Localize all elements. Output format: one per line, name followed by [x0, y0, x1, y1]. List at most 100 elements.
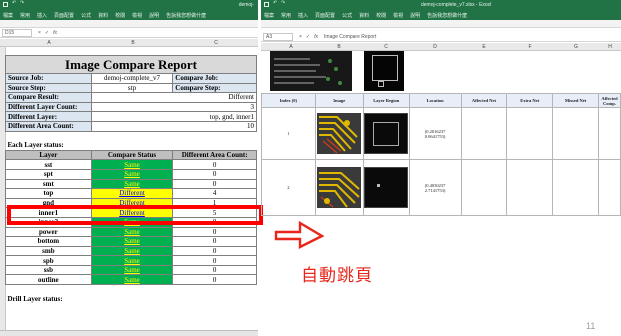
- table-row[interactable]: smt Same 0: [5, 178, 257, 190]
- row-missed-net[interactable]: [552, 107, 599, 160]
- compare-status-link[interactable]: Same: [90, 245, 174, 257]
- diff-area-count[interactable]: 0: [172, 159, 257, 170]
- table-row[interactable]: ssb Same 0: [5, 264, 257, 276]
- compare-status-link[interactable]: Same: [90, 255, 174, 266]
- enter-icon[interactable]: ✓: [45, 30, 49, 36]
- col-header-b[interactable]: B: [92, 40, 174, 46]
- compare-status-link[interactable]: Different: [90, 188, 174, 199]
- compare-step-label[interactable]: Compare Step:: [172, 82, 257, 94]
- row-image[interactable]: [314, 159, 364, 216]
- layer-name[interactable]: outline: [5, 274, 92, 286]
- menu-home[interactable]: 常用: [281, 12, 291, 19]
- menu-help[interactable]: 說明: [149, 12, 159, 19]
- col-header-g[interactable]: G: [553, 44, 599, 50]
- header-affected-comp[interactable]: Affected Comp.: [597, 93, 621, 108]
- diff-layer-count-label[interactable]: Different Layer Count:: [5, 101, 92, 113]
- cancel-icon[interactable]: ×: [38, 30, 41, 36]
- layer-name[interactable]: spb: [5, 255, 92, 266]
- compare-status-link[interactable]: Same: [90, 168, 174, 180]
- diff-area-count[interactable]: 0: [172, 236, 257, 247]
- menu-page-layout[interactable]: 頁面配置: [315, 12, 335, 19]
- menu-insert[interactable]: 插入: [37, 12, 47, 19]
- table-row[interactable]: 2 (0.4030237 2.7141753): [261, 159, 621, 216]
- col-header-b[interactable]: B: [315, 44, 363, 50]
- layer-name[interactable]: smb: [5, 245, 92, 257]
- row-index[interactable]: 2: [261, 159, 316, 216]
- each-layer-label[interactable]: Each Layer status:: [6, 141, 257, 151]
- layer-name[interactable]: bottom: [5, 236, 92, 247]
- compare-job-label[interactable]: Compare Job:: [172, 73, 257, 84]
- menu-tell-me[interactable]: 告訴我您想做什麼: [427, 12, 467, 19]
- menu-data[interactable]: 資料: [359, 12, 369, 19]
- diff-layer-count-value[interactable]: 3: [90, 101, 258, 113]
- layer-name[interactable]: spt: [5, 168, 92, 180]
- compare-status-link[interactable]: Same: [90, 236, 174, 247]
- enter-icon[interactable]: ✓: [306, 34, 310, 40]
- row-extra-net[interactable]: [506, 107, 554, 160]
- source-step-value[interactable]: stp: [90, 82, 174, 94]
- col-layer-header[interactable]: Layer: [5, 149, 92, 161]
- name-box[interactable]: D15: [2, 28, 32, 37]
- name-box[interactable]: A3: [263, 32, 293, 41]
- menu-formulas[interactable]: 公式: [342, 12, 352, 19]
- diff-area-count[interactable]: 0: [172, 274, 257, 286]
- diff-area-count[interactable]: 0: [172, 245, 257, 257]
- undo-icon[interactable]: ↶: [12, 0, 16, 6]
- table-row[interactable]: power Same 0: [5, 226, 257, 238]
- menu-page-layout[interactable]: 頁面配置: [54, 12, 74, 19]
- table-row[interactable]: smb Same 0: [5, 245, 257, 257]
- cancel-icon[interactable]: ×: [299, 34, 302, 40]
- layer-name[interactable]: sst: [5, 159, 92, 170]
- col-count-header[interactable]: Different Area Count:: [172, 149, 257, 161]
- diff-area-count[interactable]: 0: [172, 264, 257, 276]
- layer-name[interactable]: power: [5, 226, 92, 238]
- row-affected-comp[interactable]: [597, 107, 621, 160]
- function-icon[interactable]: fx: [314, 34, 318, 40]
- sheet-tabs[interactable]: [0, 330, 258, 336]
- diff-area-count[interactable]: 0: [172, 178, 257, 190]
- diff-area-count-label[interactable]: Different Area Count:: [5, 120, 92, 132]
- diff-area-count-value[interactable]: 10: [90, 120, 258, 132]
- col-status-header[interactable]: Compare Status: [90, 149, 174, 161]
- source-job-value[interactable]: demoj-complete_v7: [90, 73, 174, 84]
- menu-data[interactable]: 資料: [98, 12, 108, 19]
- prev-row-layer-region[interactable]: [364, 51, 404, 91]
- report-title[interactable]: Image Compare Report: [5, 55, 257, 74]
- menu-help[interactable]: 說明: [410, 12, 420, 19]
- row-affected-net[interactable]: [460, 107, 508, 160]
- save-icon[interactable]: [264, 2, 269, 7]
- redo-icon[interactable]: ↷: [281, 0, 285, 6]
- menu-view[interactable]: 檢視: [393, 12, 403, 19]
- diff-area-count[interactable]: 0: [172, 226, 257, 238]
- table-row[interactable]: 1 (0.2016237 0.0641753): [261, 107, 621, 160]
- row-affected-comp[interactable]: [597, 159, 621, 216]
- compare-result-value[interactable]: Different: [90, 92, 258, 103]
- menu-review[interactable]: 校閱: [115, 12, 125, 19]
- menu-tell-me[interactable]: 告訴我您想做什麼: [166, 12, 206, 19]
- blank-row[interactable]: [6, 131, 257, 141]
- col-header-e[interactable]: E: [461, 44, 507, 50]
- header-missed-net[interactable]: Missed Net: [552, 93, 599, 108]
- col-header-h[interactable]: H: [599, 44, 621, 50]
- row-missed-net[interactable]: [552, 159, 599, 216]
- col-header-c[interactable]: C: [174, 40, 258, 46]
- formula-content[interactable]: Image Compare Report: [324, 34, 376, 40]
- source-job-label[interactable]: Source Job:: [5, 73, 92, 84]
- table-row[interactable]: outline Same 0: [5, 274, 257, 286]
- menu-review[interactable]: 校閱: [376, 12, 386, 19]
- table-row[interactable]: sst Same 0: [5, 159, 257, 170]
- row-image[interactable]: [314, 107, 364, 160]
- compare-status-link[interactable]: Same: [90, 264, 174, 276]
- col-header-d[interactable]: D: [409, 44, 461, 50]
- diff-area-count[interactable]: 0: [172, 168, 257, 180]
- header-extra-net[interactable]: Extra Net: [506, 93, 554, 108]
- prev-row-image-thumbnail[interactable]: [270, 51, 352, 91]
- header-layer-region[interactable]: Layer Region: [362, 93, 410, 108]
- header-index[interactable]: Index (0): [261, 93, 316, 108]
- table-row[interactable]: bottom Same 0: [5, 236, 257, 247]
- header-affected-net[interactable]: Affected Net: [460, 93, 508, 108]
- table-row[interactable]: spt Same 0: [5, 168, 257, 180]
- compare-status-link[interactable]: Same: [90, 226, 174, 238]
- col-header-a[interactable]: A: [6, 40, 92, 46]
- table-row[interactable]: spb Same 0: [5, 255, 257, 266]
